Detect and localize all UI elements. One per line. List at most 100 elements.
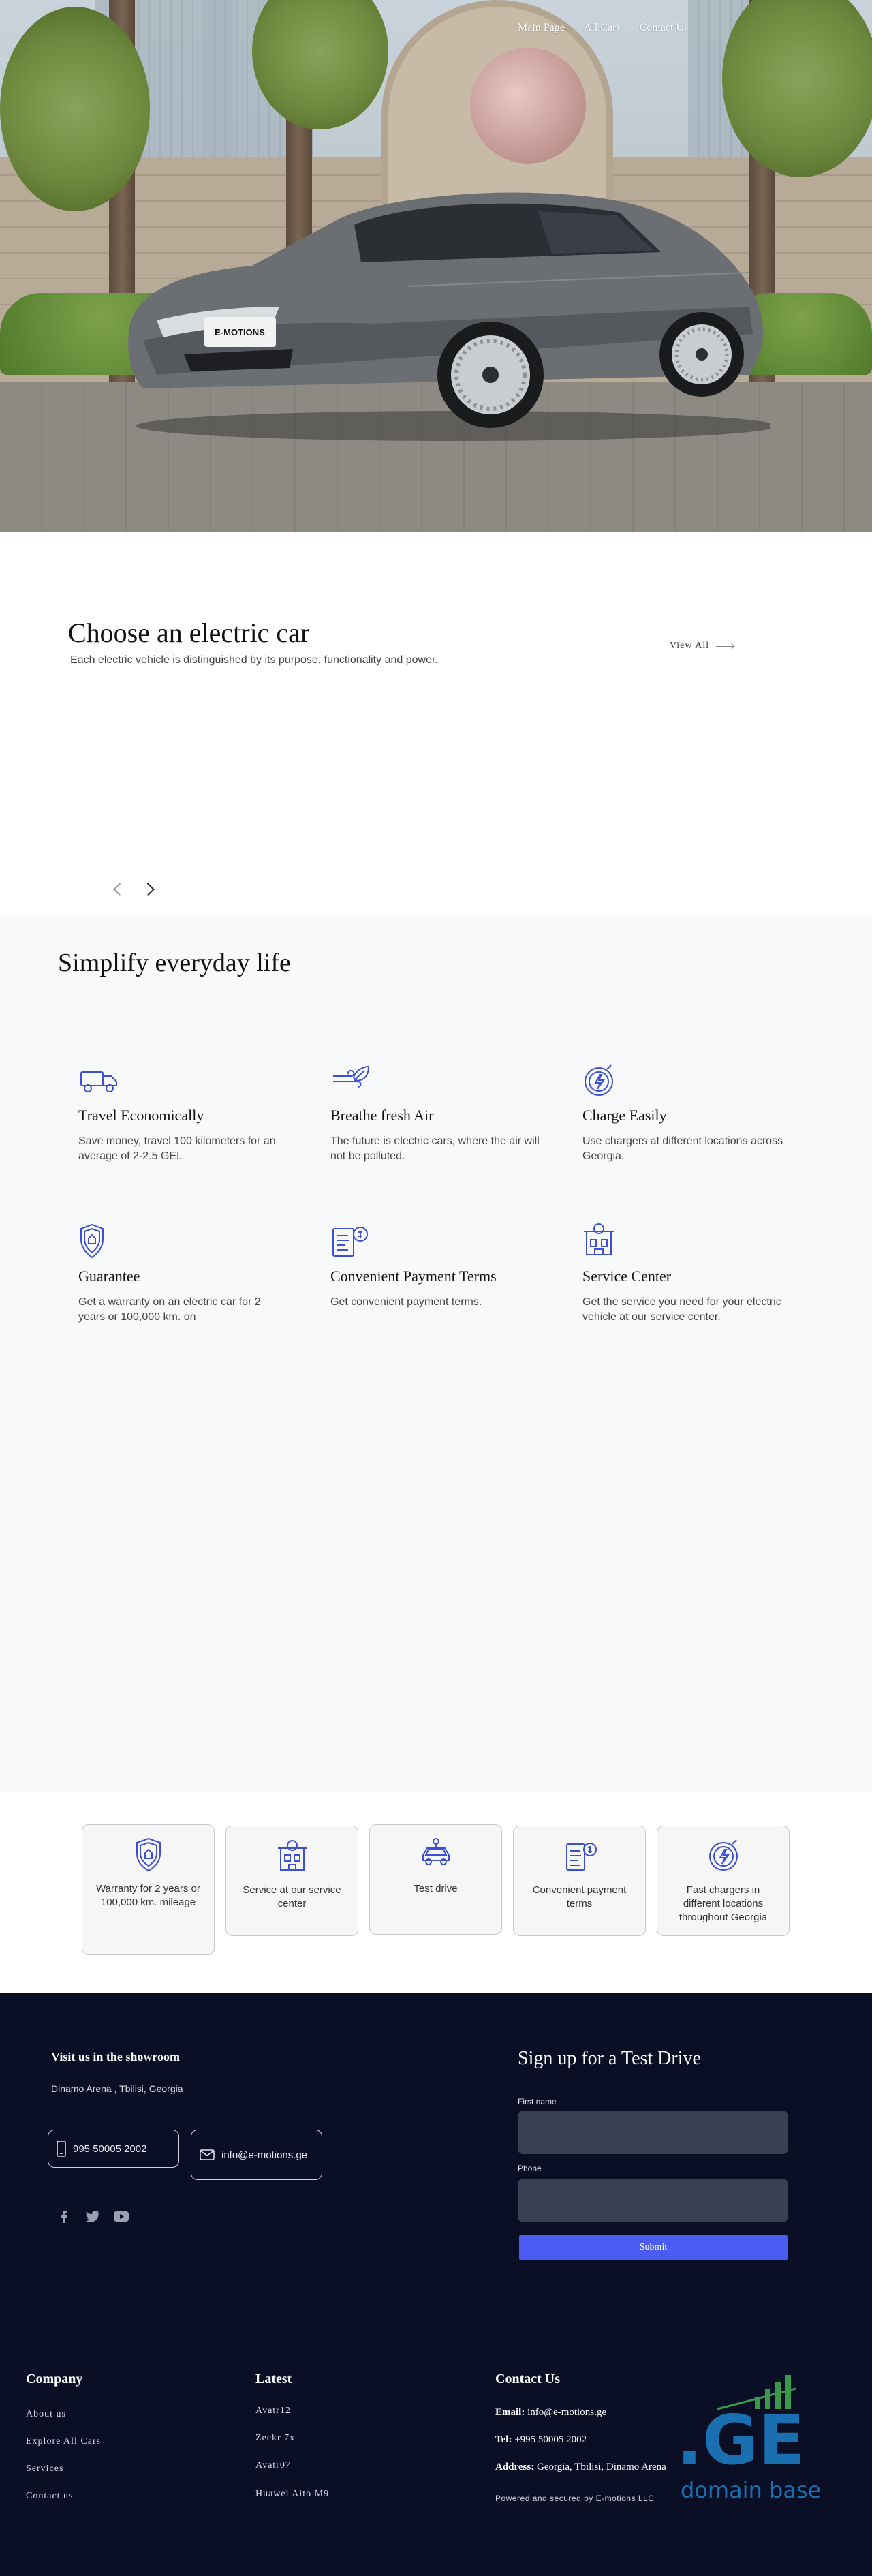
license-plate-text: E-MOTIONS xyxy=(215,327,265,337)
footer-link-avatr12[interactable]: Avatr12 xyxy=(255,2406,291,2417)
choose-car-title: Choose an electric car xyxy=(68,617,310,648)
card-text: Test drive xyxy=(414,1883,458,1895)
youtube-icon[interactable] xyxy=(113,2208,129,2224)
feature-title: Breathe fresh Air xyxy=(330,1107,434,1124)
latest-column-title: Latest xyxy=(255,2372,292,2387)
truck-icon xyxy=(80,1071,117,1092)
features-title: Simplify everyday life xyxy=(58,949,291,977)
slider-next-button[interactable] xyxy=(140,879,160,900)
choose-car-subtitle: Each electric vehicle is distinguished b… xyxy=(70,654,438,666)
payment-document-icon xyxy=(332,1227,368,1257)
nav-main-page[interactable]: Main Page xyxy=(518,22,565,34)
arrow-right-icon xyxy=(716,645,734,647)
charge-icon xyxy=(708,1839,738,1871)
contact-address-value: Georgia, Tbilisi, Dinamo Arena xyxy=(536,2462,666,2472)
hero-banner: E-MOTIONS Main Page All Cars Contact Us xyxy=(0,0,872,532)
footer-link-services[interactable]: Services xyxy=(26,2464,63,2474)
contact-tel-line: Tel: +995 50005 2002 xyxy=(495,2434,587,2446)
email-contact-box[interactable]: info@e-motions.ge xyxy=(191,2130,322,2180)
first-name-label: First name xyxy=(518,2097,557,2106)
car-icon xyxy=(422,1838,450,1865)
contact-email-label: Email: xyxy=(495,2407,525,2418)
slider-prev-button[interactable] xyxy=(108,879,128,900)
contact-email-line: Email: info@e-motions.ge xyxy=(495,2407,606,2419)
card-text: Service at our service center xyxy=(243,1884,341,1910)
powered-by-text: Powered and secured by E-motions LLC xyxy=(495,2494,655,2503)
feature-charge-easily: Charge Easily Use chargers at different … xyxy=(582,1061,794,1164)
phone-label: Phone xyxy=(518,2164,542,2173)
footer-link-about-us[interactable]: About us xyxy=(26,2409,66,2420)
footer-link-avatr07[interactable]: Avatr07 xyxy=(255,2460,291,2471)
phone-number: 995 50005 2002 xyxy=(73,2143,147,2155)
feature-title: Service Center xyxy=(582,1268,672,1285)
card-service-center[interactable]: Service at our service center xyxy=(225,1826,358,1936)
card-text: Fast chargers in different locations thr… xyxy=(679,1884,768,1923)
ge-badge-mark: .GE xyxy=(676,2400,805,2480)
feature-text: The future is electric cars, where the a… xyxy=(330,1135,540,1162)
feature-service-center: Service Center Get the service you need … xyxy=(582,1222,794,1325)
footer-link-huawei-aito-m9[interactable]: Huawei Aito M9 xyxy=(255,2489,329,2500)
chevron-right-icon xyxy=(141,883,155,896)
feature-text: Get a warranty on an electric car for 2 … xyxy=(78,1296,261,1323)
showroom-title: Visit us in the showroom xyxy=(51,2050,181,2064)
payment-document-icon xyxy=(565,1843,597,1871)
first-name-field[interactable] xyxy=(518,2111,788,2154)
card-text: Warranty for 2 years or 100,000 km. mile… xyxy=(96,1883,200,1908)
card-fast-chargers[interactable]: Fast chargers in different locations thr… xyxy=(657,1826,790,1936)
feature-text: Get the service you need for your electr… xyxy=(582,1296,781,1323)
contact-address-label: Address: xyxy=(495,2462,535,2472)
view-all-label: View All xyxy=(670,641,710,651)
social-links xyxy=(56,2208,129,2224)
nav-all-cars[interactable]: All Cars xyxy=(584,22,621,34)
card-test-drive[interactable]: Test drive xyxy=(369,1824,502,1935)
company-column-title: Company xyxy=(26,2372,83,2387)
feature-title: Travel Economically xyxy=(78,1107,204,1124)
footer-link-explore-all-cars[interactable]: Explore All Cars xyxy=(26,2436,101,2447)
features-section: Simplify everyday life Travel Economical… xyxy=(0,917,872,1792)
wind-leaf-icon xyxy=(333,1065,370,1088)
chevron-left-icon xyxy=(113,883,127,896)
mail-icon xyxy=(200,2149,215,2160)
feature-breathe-fresh-air: Breathe fresh Air The future is electric… xyxy=(330,1061,542,1164)
card-text: Convenient payment terms xyxy=(532,1884,627,1910)
ge-badge-caption: domain base xyxy=(681,2477,820,2503)
shield-icon xyxy=(136,1837,161,1872)
feature-convenient-payment: Convenient Payment Terms Get convenient … xyxy=(330,1222,542,1310)
feature-text: Get convenient payment terms. xyxy=(330,1296,482,1308)
feature-guarantee: Guarantee Get a warranty on an electric … xyxy=(78,1222,290,1325)
nav-contact-us[interactable]: Contact Us xyxy=(640,22,689,34)
card-payment-terms[interactable]: Convenient payment terms xyxy=(513,1826,646,1936)
twitter-icon[interactable] xyxy=(84,2208,101,2224)
signup-title: Sign up for a Test Drive xyxy=(518,2048,701,2069)
email-address: info@e-motions.ge xyxy=(221,2149,308,2161)
feature-title: Charge Easily xyxy=(582,1107,667,1124)
showroom-address: Dinamo Arena , Tbilisi, Georgia xyxy=(51,2083,183,2094)
feature-title: Convenient Payment Terms xyxy=(330,1268,497,1285)
card-warranty[interactable]: Warranty for 2 years or 100,000 km. mile… xyxy=(82,1824,215,1955)
main-navigation: Main Page All Cars Contact Us xyxy=(518,22,688,34)
view-all-link[interactable]: View All xyxy=(670,641,734,651)
phone-contact-box[interactable]: 995 50005 2002 xyxy=(48,2130,179,2168)
charge-icon xyxy=(585,1064,613,1096)
phone-field[interactable] xyxy=(518,2179,788,2222)
phone-icon xyxy=(57,2141,66,2157)
service-cards: Warranty for 2 years or 100,000 km. mile… xyxy=(80,1824,796,1957)
arena-emblem xyxy=(470,48,586,164)
contact-column-title: Contact Us xyxy=(495,2372,560,2387)
submit-button[interactable]: Submit xyxy=(519,2235,788,2260)
footer-link-contact-us[interactable]: Contact us xyxy=(26,2491,74,2502)
service-center-icon xyxy=(584,1223,614,1255)
feature-text: Save money, travel 100 kilometers for an… xyxy=(78,1135,276,1162)
footer-link-zeekr-7x[interactable]: Zeekr 7x xyxy=(255,2433,295,2444)
feature-text: Use chargers at different locations acro… xyxy=(582,1135,783,1162)
facebook-icon[interactable] xyxy=(56,2208,72,2224)
ge-domain-badge[interactable]: .GE domain base xyxy=(676,2375,820,2504)
contact-tel-label: Tel: xyxy=(495,2434,512,2445)
contact-tel-value[interactable]: +995 50005 2002 xyxy=(514,2434,587,2445)
electric-car-image: E-MOTIONS xyxy=(128,192,770,441)
feature-title: Guarantee xyxy=(78,1268,140,1285)
contact-address-line: Address: Georgia, Tbilisi, Dinamo Arena xyxy=(495,2462,666,2473)
shield-icon xyxy=(80,1223,104,1259)
service-center-icon xyxy=(277,1840,307,1871)
contact-email-value[interactable]: info@e-motions.ge xyxy=(527,2407,606,2418)
